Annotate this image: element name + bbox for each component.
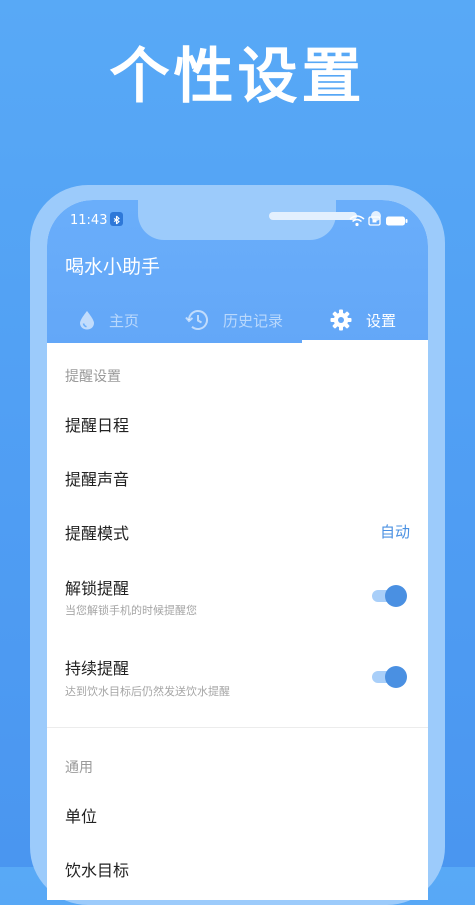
reminder-mode-value[interactable]: 自动	[380, 521, 410, 542]
status-time: 11:43	[70, 213, 108, 228]
tab-home[interactable]: 主页	[79, 300, 139, 340]
active-tab-indicator	[302, 340, 428, 343]
app-bar: 11:43 喝水小助手 主页 历史记录 设置	[47, 200, 428, 343]
toggle-knob	[385, 585, 407, 607]
setting-reminder-sound[interactable]: 提醒声音	[65, 466, 129, 490]
setting-reminder-mode[interactable]: 提醒模式	[65, 520, 129, 544]
unlock-reminder-description: 当您解锁手机的时候提醒您	[65, 604, 197, 617]
status-icons	[349, 213, 409, 227]
tab-history-label: 历史记录	[223, 311, 284, 330]
section-header-general: 通用	[65, 760, 93, 776]
wifi-icon	[349, 215, 365, 227]
setting-drink-goal[interactable]: 饮水目标	[65, 857, 129, 881]
promo-headline: 个性设置	[109, 42, 366, 112]
setting-continuous-reminder: 持续提醒	[65, 659, 130, 678]
setting-reminder-schedule[interactable]: 提醒日程	[65, 412, 129, 436]
setting-unit[interactable]: 单位	[65, 803, 97, 827]
history-icon	[185, 310, 208, 330]
continuous-reminder-description: 达到饮水目标后仍然发送饮水提醒	[65, 685, 230, 698]
toggle-knob	[385, 666, 407, 688]
tab-settings-label: 设置	[366, 311, 397, 330]
tab-settings[interactable]: 设置	[330, 300, 396, 340]
tab-history[interactable]: 历史记录	[185, 300, 283, 340]
unlock-reminder-toggle[interactable]	[372, 584, 407, 608]
app-screen: 11:43 喝水小助手 主页 历史记录 设置 提醒设置 提醒日程 提醒声音 提醒…	[47, 200, 428, 900]
setting-unlock-reminder: 解锁提醒	[65, 579, 130, 598]
app-title: 喝水小助手	[65, 256, 161, 278]
water-drop-icon	[80, 311, 94, 330]
sim-icon	[368, 216, 381, 226]
speaker-grille	[269, 212, 357, 220]
tab-home-label: 主页	[109, 311, 140, 330]
continuous-reminder-toggle[interactable]	[372, 665, 407, 689]
phone-notch	[138, 200, 381, 240]
section-divider	[47, 727, 428, 728]
section-header-reminder: 提醒设置	[65, 369, 121, 385]
gear-icon	[330, 309, 352, 331]
notification-icon	[110, 212, 123, 226]
battery-icon	[386, 216, 408, 226]
